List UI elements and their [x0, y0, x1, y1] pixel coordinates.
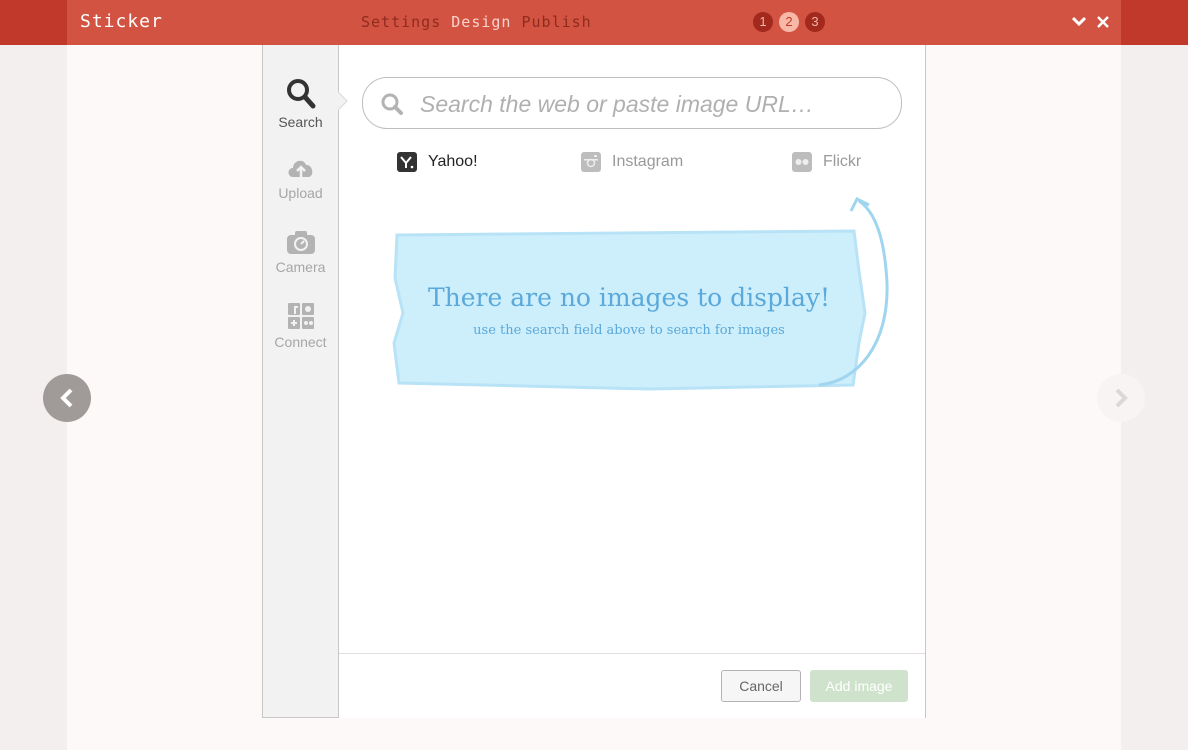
step-design[interactable]: Design	[451, 13, 511, 31]
add-image-button[interactable]: Add image	[810, 670, 908, 702]
empty-state: There are no images to display! use the …	[389, 193, 909, 398]
empty-state-subtitle: use the search field above to search for…	[473, 323, 785, 338]
sidebar-item-connect[interactable]: Connect	[263, 302, 338, 350]
chevron-down-icon[interactable]	[1069, 12, 1089, 32]
instagram-icon	[581, 152, 601, 172]
source-yahoo[interactable]: Yahoo!	[397, 151, 478, 173]
social-grid-icon	[287, 303, 314, 329]
cancel-button[interactable]: Cancel	[721, 670, 801, 702]
source-sidebar: Search Upload Camera Connect	[263, 45, 339, 717]
next-button[interactable]	[1097, 374, 1145, 422]
source-label: Flickr	[823, 153, 862, 170]
search-input[interactable]	[418, 86, 892, 122]
sidebar-item-camera[interactable]: Camera	[263, 229, 338, 275]
title-bar: Sticker Settings Design Publish 1 2 3	[0, 0, 1188, 45]
sidebar-item-label: Upload	[278, 185, 323, 201]
yahoo-icon	[397, 152, 417, 172]
search-panel: Yahoo! Instagram Flickr There are no ima…	[339, 45, 925, 718]
cloud-upload-icon	[288, 160, 312, 177]
app-title: Sticker	[80, 11, 163, 32]
title-bar-inner: Sticker Settings Design Publish 1 2 3	[67, 0, 1121, 45]
search-icon	[381, 93, 403, 115]
image-picker-dialog: Search Upload Camera Connect Search the …	[262, 45, 926, 718]
step-badge-1[interactable]: 1	[753, 12, 773, 32]
flickr-icon	[792, 152, 812, 172]
sidebar-item-label: Connect	[274, 334, 327, 350]
source-flickr[interactable]: Flickr	[792, 151, 861, 173]
sidebar-item-label: Search	[278, 114, 323, 130]
dialog-footer: Cancel Add image	[339, 653, 925, 718]
step-publish[interactable]: Publish	[522, 13, 592, 31]
source-label: Instagram	[612, 153, 684, 170]
search-box	[362, 77, 902, 129]
step-badge-2[interactable]: 2	[779, 12, 799, 32]
sidebar-item-label: Camera	[275, 259, 326, 275]
sidebar-item-upload[interactable]: Upload	[263, 153, 338, 201]
step-badge-3[interactable]: 3	[805, 12, 825, 32]
source-label: Yahoo!	[428, 153, 478, 170]
source-instagram[interactable]: Instagram	[581, 151, 683, 173]
camera-icon	[286, 231, 315, 254]
sidebar-item-search[interactable]: Search	[263, 78, 338, 130]
step-badges: 1 2 3	[753, 12, 825, 32]
empty-state-title: There are no images to display!	[427, 283, 831, 312]
step-nav: Settings Design Publish	[361, 13, 592, 31]
previous-button[interactable]	[43, 374, 91, 422]
close-icon[interactable]	[1093, 12, 1113, 32]
step-settings[interactable]: Settings	[361, 13, 441, 31]
search-icon	[286, 79, 315, 109]
